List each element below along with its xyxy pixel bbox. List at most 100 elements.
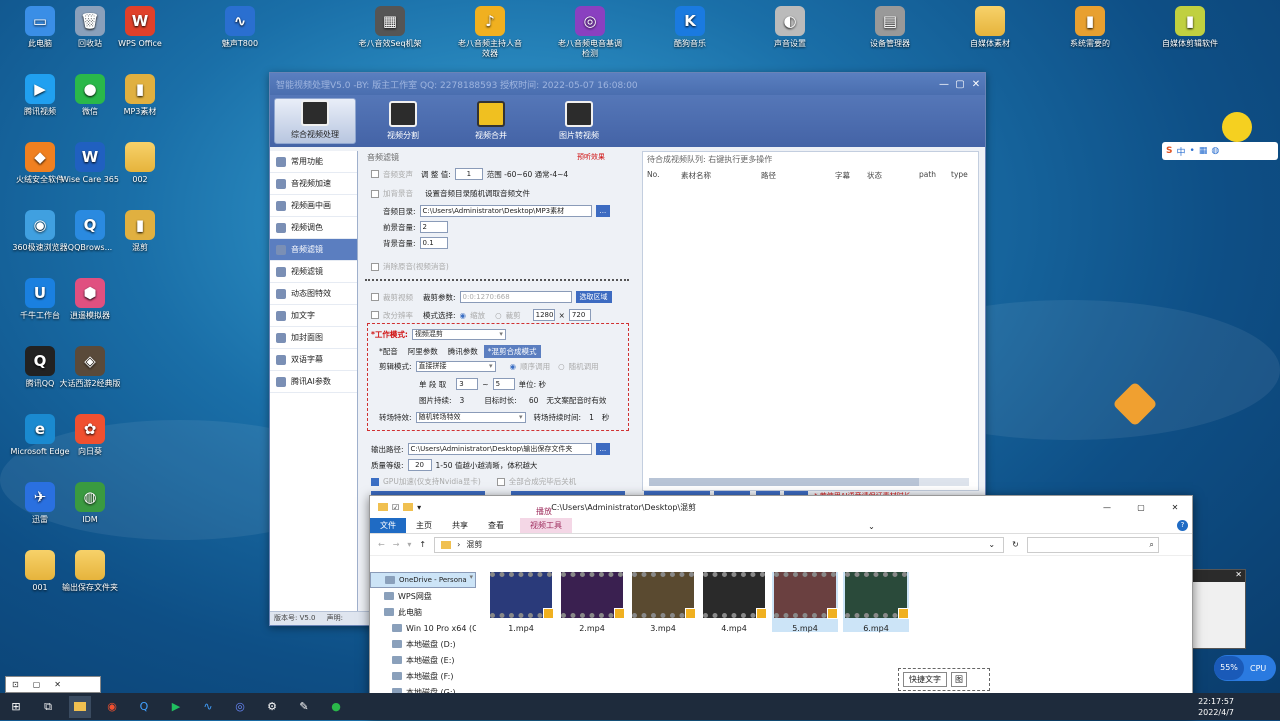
cut-mode-select[interactable]: 直接拼接 [415,361,496,372]
maximize-icon[interactable]: ▢ [33,680,41,689]
audio-taskbar-icon[interactable]: ∿ [197,696,219,718]
ime-toolbar[interactable]: S 中 • ▦ ◍ [1162,142,1278,160]
ribbon-tab[interactable]: 共享 [442,518,478,533]
image-button[interactable]: 图 [951,672,967,687]
file-item[interactable]: 6.mp4 [843,572,909,633]
desktop-icon[interactable]: K 酷狗音乐 [658,6,722,49]
nav-item[interactable]: WPS网盘 [370,588,476,604]
desktop-icon[interactable]: 输出保存文件夹 [58,550,122,593]
tool-image-to-video[interactable]: 图片转视频 [538,98,620,144]
chevron-down-icon[interactable]: ⌄ [988,540,995,549]
file-item[interactable]: 1.mp4 [488,572,554,633]
explorer-titlebar[interactable]: ☑ ▾ C:\Users\Administrator\Desktop\混剪 — … [370,496,1192,518]
crop-radio[interactable]: ○ [495,311,502,320]
up-icon[interactable]: ↑ [419,540,426,549]
system-clock[interactable]: 22:17:57 2022/4/7 [1198,696,1234,718]
mic-icon[interactable]: • [1190,146,1195,156]
output-browse-button[interactable]: ... [595,443,611,455]
forward-icon[interactable]: → [393,540,400,549]
queue-column-header[interactable]: 状态 [863,170,915,181]
queue-column-header[interactable]: type [947,170,977,181]
minimize-icon[interactable]: — [1090,503,1124,512]
skin-icon[interactable]: ◍ [1211,146,1219,156]
desktop-icon[interactable]: ◐ 声音设置 [758,6,822,49]
sidebar-item[interactable]: 视频调色 [270,217,357,239]
work-tab[interactable]: *混剪合成模式 [483,345,541,358]
maximize-icon[interactable]: ▢ [953,79,967,90]
tool-combined-processing[interactable]: 综合视频处理 [274,98,356,144]
desktop-icon[interactable]: ◈ 大话西游2经典版 [58,346,122,389]
quality-input[interactable]: 20 [407,459,432,471]
file-item[interactable]: 3.mp4 [630,572,696,633]
explorer-taskbar-icon[interactable] [69,695,91,718]
ime-dot-icon[interactable]: 中 [1176,145,1185,158]
desktop-icon[interactable]: ◎ 老八音频电音基调检测 [558,6,622,59]
bgm-checkbox[interactable] [371,189,379,198]
ribbon-tab-video-tools[interactable]: 播放 视频工具 [520,507,572,533]
mini-window[interactable]: ⊡ ▢ ✕ [5,676,101,693]
desktop-icon[interactable]: ◍ IDM [58,482,122,525]
queue-column-header[interactable]: path [915,170,947,181]
desktop-icon[interactable]: ▮ MP3素材 [108,74,172,117]
desktop-icon[interactable]: ✿ 向日葵 [58,414,122,457]
search-input[interactable]: ⌕ [1026,536,1159,553]
nav-item[interactable]: 本地磁盘 (D:) [370,636,476,652]
back-icon[interactable]: ← [378,540,385,549]
cpu-widget[interactable]: 55% CPU [1214,655,1276,681]
work-tab[interactable]: 腾讯参数 [443,345,482,358]
tool-taskbar-icon[interactable]: ⚙ [261,696,283,718]
queue-column-header[interactable]: No. [643,170,677,181]
queue-scrollbar[interactable] [649,478,969,486]
close-icon[interactable]: ✕ [1158,503,1192,512]
sidebar-item[interactable]: 双语字幕 [270,349,357,371]
ribbon-tab[interactable]: 文件 [370,518,406,533]
work-mode-select[interactable]: 视频混剪 [411,329,506,340]
output-path-input[interactable]: C:\Users\Administrator\Desktop\输出保存文件夹 [407,443,592,455]
desktop-icon[interactable]: ▮ 自媒体剪辑软件 [1158,6,1222,49]
nav-item[interactable]: OneDrive - Persona [370,572,476,588]
audio-dir-browse-button[interactable]: ... [595,205,611,217]
close-icon[interactable]: ✕ [969,79,983,90]
queue-column-header[interactable]: 路径 [757,170,831,181]
tool-video-merge[interactable]: 视频合并 [450,98,532,144]
sidebar-item[interactable]: 视频画中画 [270,195,357,217]
task-view-icon[interactable]: ⧉ [37,696,59,718]
queue-column-header[interactable]: 素材名称 [677,170,757,181]
address-bar[interactable]: › 混剪 ⌄ [434,536,1005,553]
height-input[interactable]: 720 [568,309,591,321]
desktop-icon[interactable]: ▮ 混剪 [108,210,172,253]
qa-folder-icon[interactable] [403,503,414,511]
pitch-checkbox[interactable] [371,170,379,178]
sidebar-item[interactable]: 加封面图 [270,327,357,349]
crop-checkbox[interactable] [371,293,379,301]
nav-item[interactable]: 本地磁盘 (F:) [370,668,476,684]
keyboard-icon[interactable]: ▦ [1199,146,1208,156]
desktop-icon[interactable]: W WPS Office [108,6,172,49]
sidebar-item[interactable]: 常用功能 [270,151,357,173]
app-titlebar[interactable]: 智能视频处理V5.0 -BY: 版主工作室 QQ: 2278188593 授权时… [270,73,985,95]
edit-taskbar-icon[interactable]: ✎ [293,696,315,718]
scale-radio[interactable]: ◉ [460,311,467,320]
file-item[interactable]: 4.mp4 [701,572,767,633]
queue-column-header[interactable]: 字幕 [831,170,863,181]
desktop-icon[interactable]: 002 [108,142,172,185]
tool-video-split[interactable]: 视频分割 [362,98,444,144]
sidebar-item[interactable]: 加文字 [270,305,357,327]
select-area-button[interactable]: 选取区域 [575,291,612,303]
pitch-input[interactable]: 1 [454,168,483,180]
refresh-icon[interactable]: ↻ [1012,540,1019,549]
browser-taskbar-icon[interactable]: ◉ [101,696,123,718]
desktop-icon[interactable]: ∿ 魅声T800 [208,6,272,49]
width-input[interactable]: 1280 [532,309,555,321]
start-icon[interactable]: ⊞ [5,696,27,718]
app-taskbar-icon[interactable]: ◎ [229,696,251,718]
nav-item[interactable]: 此电脑 [370,604,476,620]
file-item[interactable]: 2.mp4 [559,572,625,633]
quick-text-button[interactable]: 快捷文字 [903,672,947,687]
qa-save-icon[interactable]: ☑ [392,503,399,512]
sogou-icon[interactable]: S [1166,146,1172,156]
ribbon-expand-icon[interactable]: ⌄ [868,522,875,531]
work-tab[interactable]: 阿里参数 [403,345,442,358]
transition-time-value[interactable]: 1 [589,413,594,422]
preview-link[interactable]: 预听效果 [577,152,605,162]
